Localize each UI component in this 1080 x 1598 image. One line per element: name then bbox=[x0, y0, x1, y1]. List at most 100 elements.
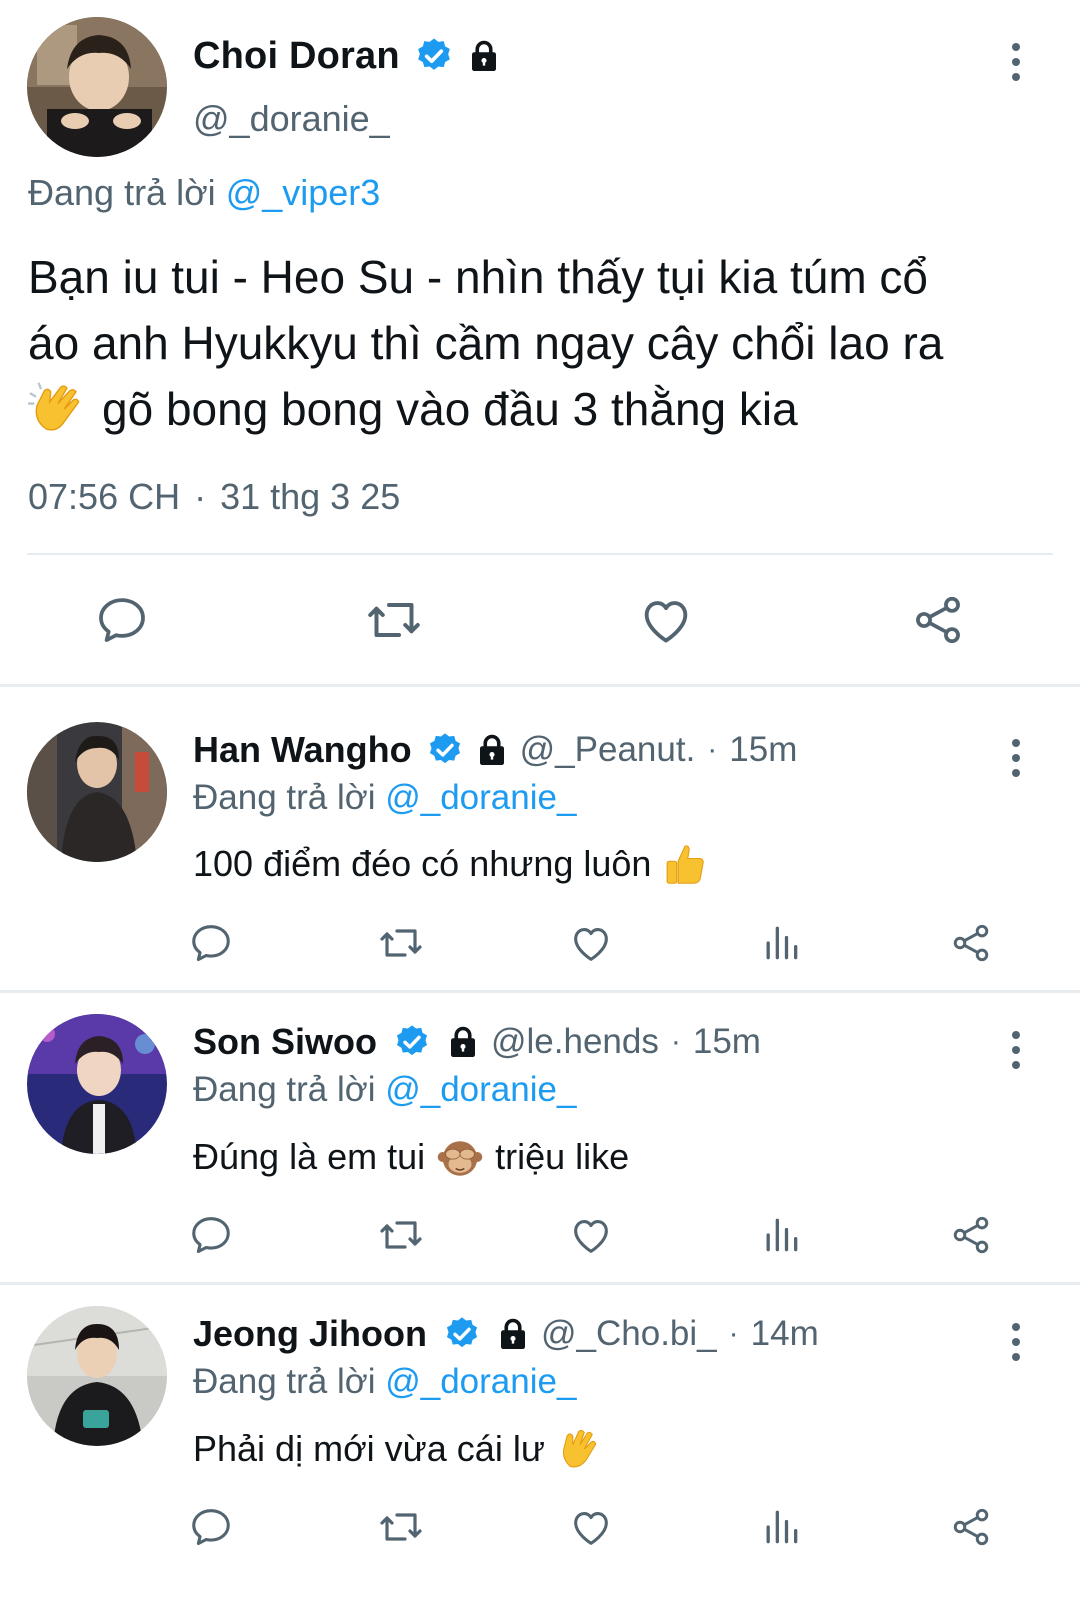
main-tweet: Choi Doran @_doranie_ Đang trả lời @_vip… bbox=[0, 0, 1080, 700]
retweet-button[interactable] bbox=[376, 1210, 426, 1260]
replying-prefix: Đang trả lời bbox=[28, 172, 216, 213]
like-icon bbox=[568, 920, 614, 966]
author-handle[interactable]: @le.hends bbox=[491, 1022, 659, 1062]
divider bbox=[27, 553, 1053, 555]
like-button[interactable] bbox=[634, 588, 698, 652]
see-no-evil-monkey-icon bbox=[437, 1141, 483, 1176]
replying-prefix: Đang trả lời bbox=[193, 1070, 376, 1109]
verified-badge-icon bbox=[443, 1315, 481, 1353]
lock-icon bbox=[445, 1024, 481, 1060]
lock-icon bbox=[474, 732, 510, 768]
reply-icon bbox=[188, 920, 234, 966]
author-handle[interactable]: @_doranie_ bbox=[193, 98, 390, 140]
reply-time[interactable]: 14m bbox=[751, 1314, 819, 1354]
avatar[interactable] bbox=[27, 1014, 167, 1154]
author-handle[interactable]: @_Cho.bi_ bbox=[541, 1314, 717, 1354]
thumbs-up-icon bbox=[667, 845, 705, 884]
views-icon bbox=[759, 921, 803, 965]
author-name[interactable]: Son Siwoo bbox=[193, 1021, 377, 1063]
replying-to-mention[interactable]: @_doranie_ bbox=[385, 1362, 576, 1401]
share-button[interactable] bbox=[946, 918, 996, 968]
replying-to-mention[interactable]: @_doranie_ bbox=[385, 778, 576, 817]
retweet-button[interactable] bbox=[376, 918, 426, 968]
reply-header: Han Wangho @_Peanut. · 15m bbox=[193, 729, 798, 771]
lock-icon bbox=[466, 38, 502, 74]
author-name[interactable]: Han Wangho bbox=[193, 729, 412, 771]
reply-text-content: triệu like bbox=[495, 1136, 630, 1177]
reply-icon bbox=[188, 1504, 234, 1550]
reply-button[interactable] bbox=[90, 588, 154, 652]
main-action-bar bbox=[0, 588, 1080, 652]
author-name[interactable]: Jeong Jihoon bbox=[193, 1313, 427, 1355]
more-options-icon[interactable] bbox=[1010, 1030, 1022, 1070]
reply-time[interactable]: 15m bbox=[693, 1022, 761, 1062]
like-button[interactable] bbox=[566, 1502, 616, 1552]
retweet-button[interactable] bbox=[362, 588, 426, 652]
replying-to: Đang trả lời @_doranie_ bbox=[193, 1070, 576, 1110]
reply-button[interactable] bbox=[186, 1502, 236, 1552]
reply-action-bar bbox=[0, 918, 1080, 968]
replying-to-mention[interactable]: @_doranie_ bbox=[385, 1070, 576, 1109]
replying-to: Đang trả lời @_viper3 bbox=[28, 172, 380, 214]
views-button[interactable] bbox=[756, 918, 806, 968]
share-button[interactable] bbox=[946, 1210, 996, 1260]
retweet-icon bbox=[377, 1503, 425, 1551]
retweet-icon bbox=[364, 590, 424, 650]
reply-icon bbox=[188, 1212, 234, 1258]
tweet-text-line: gõ bong bong vào đầu 3 thằng kia bbox=[102, 383, 798, 435]
reply-text-content: Phải dị mới vừa cái lư bbox=[193, 1428, 545, 1469]
reply-tweet[interactable]: Son Siwoo @le.hends · 15m Đang trả lời @… bbox=[0, 982, 1080, 1272]
share-button[interactable] bbox=[946, 1502, 996, 1552]
more-options-icon[interactable] bbox=[1010, 42, 1022, 82]
reply-text-content: 100 điểm đéo có nhưng luôn bbox=[193, 843, 652, 884]
author-handle[interactable]: @_Peanut. bbox=[520, 730, 696, 770]
reply-button[interactable] bbox=[186, 1210, 236, 1260]
avatar[interactable] bbox=[27, 17, 167, 157]
reply-icon bbox=[94, 592, 150, 648]
share-icon bbox=[910, 592, 966, 648]
replying-to: Đang trả lời @_doranie_ bbox=[193, 1362, 576, 1402]
verified-badge-icon bbox=[426, 731, 464, 769]
retweet-button[interactable] bbox=[376, 1502, 426, 1552]
like-icon bbox=[568, 1212, 614, 1258]
waving-hand-icon bbox=[562, 1429, 597, 1468]
divider bbox=[0, 684, 1080, 687]
tweet-text-line: Bạn iu tui - Heo Su - nhìn thấy tụi kia … bbox=[28, 251, 929, 303]
reply-tweet[interactable]: Han Wangho @_Peanut. · 15m Đang trả lời … bbox=[0, 690, 1080, 980]
author-row: Choi Doran bbox=[193, 30, 502, 82]
views-button[interactable] bbox=[756, 1502, 806, 1552]
reply-header: Jeong Jihoon @_Cho.bi_ · 14m bbox=[193, 1313, 819, 1355]
tweet-text-line: áo anh Hyukkyu thì cầm ngay cây chổi lao… bbox=[28, 317, 944, 369]
views-icon bbox=[759, 1213, 803, 1257]
tweet-time: 07:56 CH bbox=[28, 476, 181, 517]
reply-action-bar bbox=[0, 1210, 1080, 1260]
like-button[interactable] bbox=[566, 1210, 616, 1260]
views-icon bbox=[759, 1505, 803, 1549]
verified-badge-icon bbox=[414, 36, 454, 76]
reply-text: Phải dị mới vừa cái lư bbox=[193, 1426, 603, 1472]
reply-button[interactable] bbox=[186, 918, 236, 968]
verified-badge-icon bbox=[393, 1023, 431, 1061]
replying-prefix: Đang trả lời bbox=[193, 1362, 376, 1401]
replying-to-mention[interactable]: @_viper3 bbox=[226, 172, 381, 213]
reply-tweet[interactable]: Jeong Jihoon @_Cho.bi_ · 14m Đang trả lờ… bbox=[0, 1274, 1080, 1564]
replying-to: Đang trả lời @_doranie_ bbox=[193, 778, 576, 818]
tweet-meta: 07:56 CH · 31 thg 3 25 bbox=[28, 476, 401, 517]
reply-text-content: Đúng là em tui bbox=[193, 1136, 426, 1177]
avatar[interactable] bbox=[27, 722, 167, 862]
reply-time[interactable]: 15m bbox=[729, 730, 797, 770]
views-button[interactable] bbox=[756, 1210, 806, 1260]
reply-text: 100 điểm đéo có nhưng luôn bbox=[193, 842, 707, 886]
like-button[interactable] bbox=[566, 918, 616, 968]
tweet-body: Bạn iu tui - Heo Su - nhìn thấy tụi kia … bbox=[28, 244, 1058, 442]
share-icon bbox=[949, 1505, 993, 1549]
share-button[interactable] bbox=[906, 588, 970, 652]
like-icon bbox=[637, 591, 695, 649]
more-options-icon[interactable] bbox=[1010, 738, 1022, 778]
reply-action-bar bbox=[0, 1502, 1080, 1552]
avatar[interactable] bbox=[27, 1306, 167, 1446]
more-options-icon[interactable] bbox=[1010, 1322, 1022, 1362]
tweet-date[interactable]: 31 thg 3 25 bbox=[220, 476, 400, 517]
author-name[interactable]: Choi Doran bbox=[193, 35, 400, 78]
reply-header: Son Siwoo @le.hends · 15m bbox=[193, 1021, 761, 1063]
